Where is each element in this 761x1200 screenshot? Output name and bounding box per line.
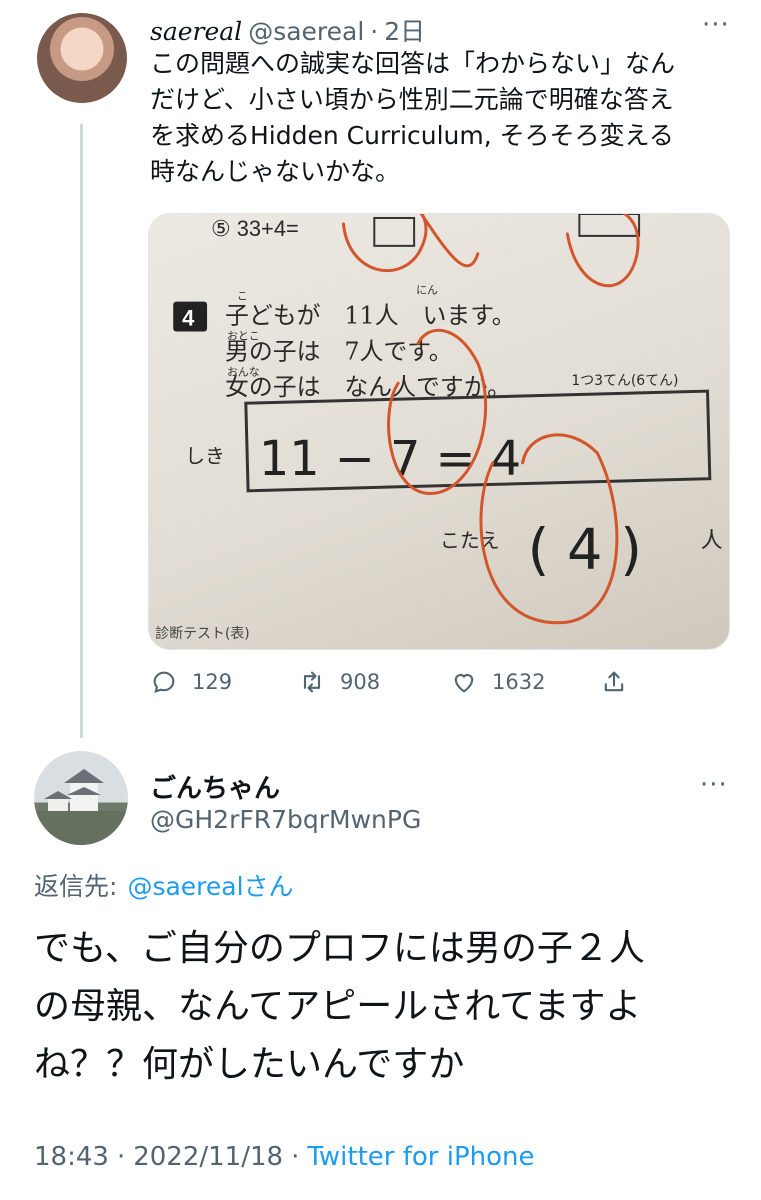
- tweet-time[interactable]: 18:43: [34, 1142, 109, 1172]
- display-name[interactable]: saereal: [150, 17, 242, 46]
- tweet-header: saereal @saereal · 2日: [150, 12, 710, 46]
- tweet-text: この問題への誠実な回答は「わからない」なん だけど、小さい頃から性別二元論で明確…: [150, 49, 676, 186]
- worksheet-footer: 診断テスト(表): [155, 626, 249, 642]
- kotae-label: こたえ: [440, 529, 500, 552]
- retweet-count: 908: [340, 670, 381, 694]
- kotae-unit: 人: [701, 528, 723, 553]
- problem-top: ⑤ 33+4=: [211, 216, 299, 241]
- more-icon[interactable]: ···: [700, 770, 728, 800]
- handle[interactable]: @GH2rFR7bqrMwnPG: [150, 805, 421, 834]
- share-button[interactable]: [600, 668, 628, 696]
- retweet-icon: [303, 671, 321, 693]
- avatar[interactable]: [34, 751, 128, 845]
- thread-line: [80, 124, 83, 738]
- like-count: 1632: [492, 670, 546, 694]
- like-button[interactable]: 1632: [450, 668, 545, 696]
- tweet-image[interactable]: ⑤ 33+4= 4 こ にん おとこ おんな 子どもが 11人 います。 男の子…: [148, 213, 730, 650]
- separator: ·: [291, 1142, 300, 1172]
- tweet-text: でも、ご自分のプロフには男の子２人 の母親、なんてアピールされてますよ ね？？何…: [34, 928, 645, 1085]
- replying-to: 返信先: @saerealさん: [34, 867, 294, 903]
- share-icon: [604, 671, 624, 692]
- points-note: 1つ3てん(6てん): [571, 373, 678, 389]
- shiki-label: しき: [185, 445, 225, 468]
- reply-label: 返信先:: [34, 872, 118, 901]
- reply-count: 129: [192, 670, 233, 694]
- tweet-date[interactable]: 2022/11/18: [133, 1142, 283, 1172]
- separator: ·: [370, 17, 379, 46]
- castle-image: [34, 769, 128, 845]
- timestamp[interactable]: 2日: [384, 12, 425, 48]
- handle[interactable]: @saereal: [248, 17, 364, 46]
- question-line: 子どもが 11人 います。: [225, 301, 516, 329]
- reply-button[interactable]: 129: [150, 668, 232, 696]
- problem-number: 4: [182, 305, 195, 330]
- ruby: にん: [416, 284, 438, 297]
- avatar[interactable]: [37, 13, 127, 103]
- reply-icon: [153, 671, 175, 693]
- reply-suffix: さん: [243, 872, 294, 901]
- worksheet-photo: ⑤ 33+4= 4 こ にん おとこ おんな 子どもが 11人 います。 男の子…: [155, 214, 723, 642]
- more-icon[interactable]: ···: [702, 10, 730, 40]
- like-icon: [454, 674, 474, 693]
- tweet-source[interactable]: Twitter for iPhone: [307, 1142, 534, 1172]
- reply-mention[interactable]: @saereal: [127, 872, 243, 901]
- display-name[interactable]: ごんちゃん: [150, 768, 280, 805]
- tweet-actions: 129 908 1632: [150, 668, 630, 704]
- kotae-answer: ( 4 ): [528, 517, 642, 582]
- separator: ·: [116, 1142, 126, 1172]
- retweet-button[interactable]: 908: [298, 668, 380, 696]
- tweet-meta: 18:43 · 2022/11/18 · Twitter for iPhone: [34, 1142, 535, 1172]
